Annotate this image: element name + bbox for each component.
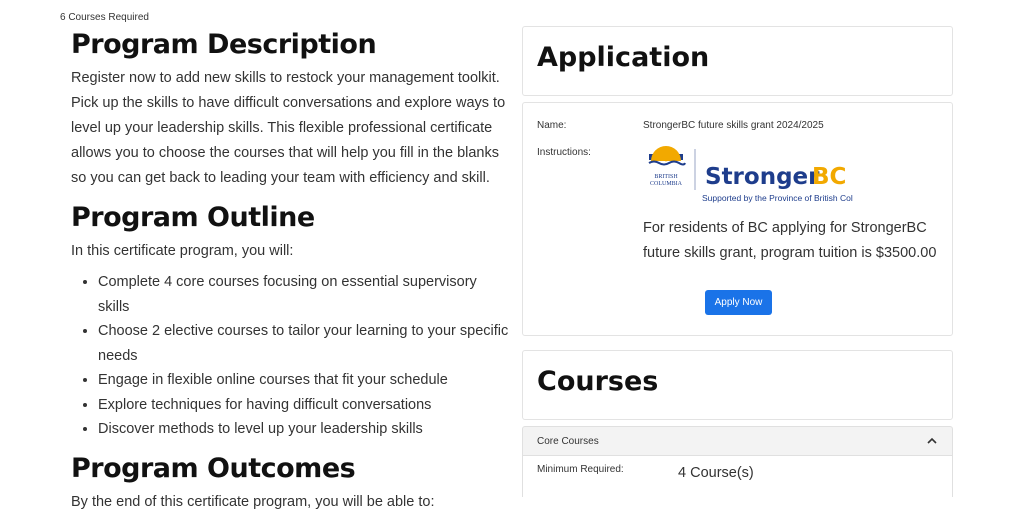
program-description-heading: Program Description <box>71 29 377 60</box>
instructions-label: Instructions: <box>537 147 591 158</box>
chevron-up-icon[interactable] <box>926 435 938 447</box>
bc-sun-icon <box>648 146 686 166</box>
application-title-card: Application <box>522 26 953 96</box>
list-item: Complete 4 core courses focusing on esse… <box>98 270 511 319</box>
program-outline-intro: In this certificate program, you will: <box>71 243 294 259</box>
core-courses-label: Core Courses <box>537 436 599 447</box>
core-courses-accordion-header[interactable]: Core Courses <box>522 426 953 456</box>
program-outline-heading: Program Outline <box>71 202 315 233</box>
minimum-required-value: 4 Course(s) <box>678 465 754 481</box>
program-description-text: Register now to add new skills to restoc… <box>71 70 506 186</box>
strongerbc-logo: BRITISH COLUMBIA Stronger BC Supported b… <box>648 146 853 203</box>
list-item: Discover methods to level up your leader… <box>98 417 511 442</box>
minimum-required-label: Minimum Required: <box>537 464 624 475</box>
grant-name-value: StrongerBC future skills grant 2024/2025 <box>643 120 824 131</box>
list-item: Choose 2 elective courses to tailor your… <box>98 319 511 368</box>
svg-text:BRITISH: BRITISH <box>654 174 678 180</box>
list-item: Engage in flexible online courses that f… <box>98 368 511 393</box>
courses-title-card: Courses <box>522 350 953 420</box>
application-details-card: Name: StrongerBC future skills grant 202… <box>522 102 953 336</box>
core-courses-panel: Minimum Required: 4 Course(s) <box>522 456 953 497</box>
name-label: Name: <box>537 120 567 131</box>
program-outline-list: Complete 4 core courses focusing on esse… <box>71 270 511 442</box>
svg-text:BC: BC <box>812 164 846 190</box>
program-details: Program Description Register now to add … <box>71 28 511 515</box>
program-outcomes-intro: By the end of this certificate program, … <box>71 493 435 510</box>
list-item: Explore techniques for having difficult … <box>98 393 511 418</box>
grant-tuition-text: For residents of BC applying for Stronge… <box>643 220 937 261</box>
svg-text:Stronger: Stronger <box>705 164 820 190</box>
courses-required-note: 6 Courses Required <box>60 12 149 23</box>
program-outcomes-heading: Program Outcomes <box>71 452 356 484</box>
svg-text:COLUMBIA: COLUMBIA <box>650 181 683 187</box>
svg-text:Supported by the Province of B: Supported by the Province of British Col… <box>702 193 853 203</box>
courses-heading: Courses <box>537 366 659 397</box>
apply-now-button[interactable]: Apply Now <box>705 290 772 315</box>
application-heading: Application <box>537 42 710 73</box>
